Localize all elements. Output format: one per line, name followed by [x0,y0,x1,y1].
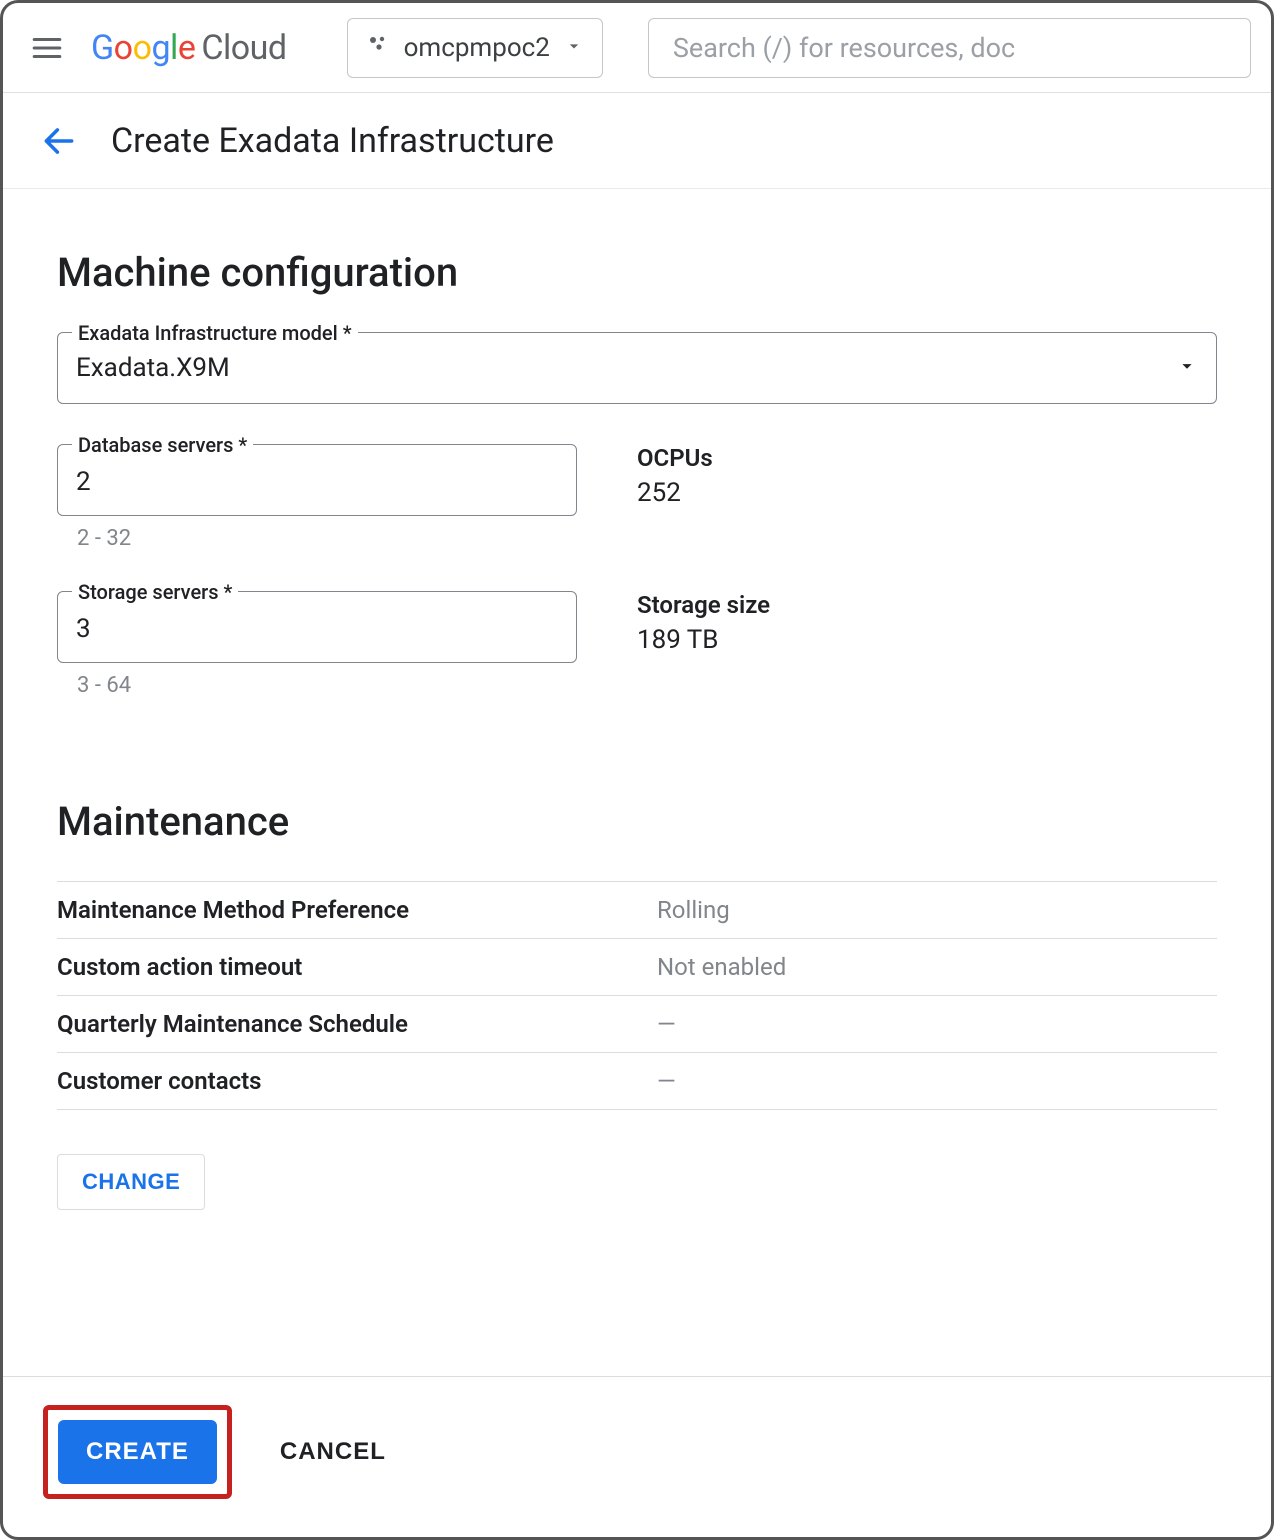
dropdown-caret-icon [564,33,584,63]
database-servers-label: Database servers * [72,433,253,457]
change-button[interactable]: CHANGE [57,1154,205,1210]
database-servers-input[interactable]: Database servers * 2 [57,444,577,516]
footer-bar: CREATE CANCEL [3,1376,1271,1527]
database-servers-value: 2 [76,467,91,497]
maintenance-table: Maintenance Method Preference Rolling Cu… [57,881,1217,1110]
storage-size-readout: Storage size 189 TB [637,591,770,655]
page-sub-header: Create Exadata Infrastructure [3,93,1271,189]
storage-servers-label: Storage servers * [72,580,238,604]
search-input[interactable]: Search (/) for resources, doc [648,18,1251,78]
exadata-model-value: Exadata.X9M [76,353,230,383]
machine-config-title: Machine configuration [57,249,1217,296]
maintenance-row: Custom action timeout Not enabled [57,938,1217,995]
storage-size-value: 189 TB [637,625,770,655]
maintenance-row: Quarterly Maintenance Schedule — [57,995,1217,1052]
content-area: Machine configuration Exadata Infrastruc… [3,189,1271,1210]
ocpus-label: OCPUs [637,444,713,472]
ocpus-readout: OCPUs 252 [637,444,713,508]
maintenance-row: Maintenance Method Preference Rolling [57,881,1217,938]
google-cloud-logo[interactable]: Google Cloud [91,28,287,68]
exadata-model-label: Exadata Infrastructure model * [72,321,358,345]
cancel-button[interactable]: CANCEL [280,1438,386,1466]
menu-icon[interactable] [23,24,71,72]
database-servers-helper: 2 - 32 [77,526,577,551]
exadata-model-select[interactable]: Exadata Infrastructure model * Exadata.X… [57,332,1217,404]
page-title: Create Exadata Infrastructure [111,121,554,161]
maintenance-title: Maintenance [57,798,1217,845]
storage-servers-input[interactable]: Storage servers * 3 [57,591,577,663]
back-arrow-icon[interactable] [35,117,83,165]
ocpus-value: 252 [637,478,713,508]
maintenance-row: Customer contacts — [57,1052,1217,1110]
storage-size-label: Storage size [637,591,770,619]
project-name: omcpmpoc2 [404,33,550,63]
create-highlight-box: CREATE [43,1405,232,1499]
storage-servers-helper: 3 - 64 [77,673,577,698]
project-icon [366,32,390,63]
project-selector[interactable]: omcpmpoc2 [347,18,603,78]
search-placeholder: Search (/) for resources, doc [673,32,1015,64]
storage-servers-value: 3 [76,614,91,644]
dropdown-caret-icon [1176,355,1198,381]
top-header: Google Cloud omcpmpoc2 Search (/) for re… [3,3,1271,93]
create-button[interactable]: CREATE [58,1420,217,1484]
